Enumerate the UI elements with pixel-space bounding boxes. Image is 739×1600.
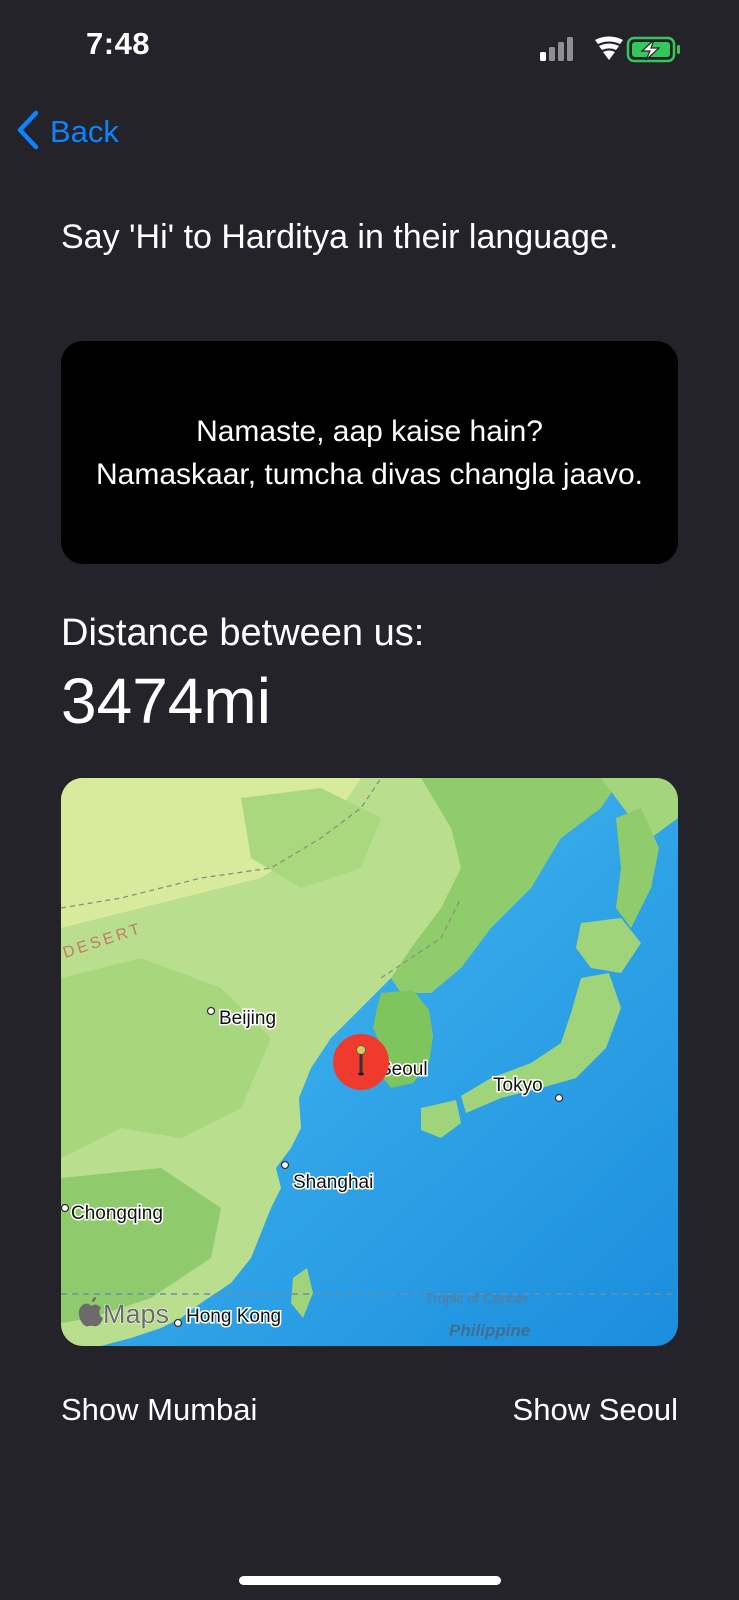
back-button[interactable]: Back xyxy=(14,110,119,154)
maps-brand-label: Maps xyxy=(103,1299,169,1329)
distance-value: 3474mi xyxy=(61,665,271,737)
show-seoul-button[interactable]: Show Seoul xyxy=(513,1392,678,1428)
map-label-chongqing: Chongqing xyxy=(71,1203,163,1224)
map-graphic: DESERT Beijing Seoul Tokyo Shanghai Chon… xyxy=(61,778,678,1346)
cellular-signal-icon xyxy=(540,37,573,61)
distance-label: Distance between us: xyxy=(61,612,425,654)
city-dot-hong-kong xyxy=(173,1318,183,1328)
map-label-hong-kong: Hong Kong xyxy=(186,1306,281,1327)
status-icons xyxy=(538,34,698,64)
location-pin-icon xyxy=(333,1034,389,1090)
city-dot-shanghai xyxy=(280,1160,290,1170)
chevron-left-icon xyxy=(14,110,40,155)
city-dot-chongqing xyxy=(61,1203,70,1213)
phrase-marathi: Namaskaar, tumcha divas changla jaavo. xyxy=(96,457,643,491)
wifi-icon xyxy=(595,36,623,60)
show-mumbai-button[interactable]: Show Mumbai xyxy=(61,1392,257,1428)
map-label-shanghai: Shanghai xyxy=(293,1172,373,1193)
city-dot-beijing xyxy=(206,1006,216,1016)
phrase-hindi: Namaste, aap kaise hain? xyxy=(196,414,543,448)
map-label-philippine: Philippine xyxy=(449,1321,530,1340)
map-label-tokyo: Tokyo xyxy=(493,1075,543,1096)
greeting-prompt: Say 'Hi' to Harditya in their language. xyxy=(61,218,619,256)
map-view[interactable]: DESERT Beijing Seoul Tokyo Shanghai Chon… xyxy=(61,778,678,1346)
back-label: Back xyxy=(50,114,119,149)
map-label-tropic: Tropic of Cancer xyxy=(425,1290,528,1306)
battery-charging-icon xyxy=(626,36,680,63)
phrase-card: Namaste, aap kaise hain? Namaskaar, tumc… xyxy=(61,341,678,564)
apple-maps-logo-icon: Maps xyxy=(78,1297,170,1330)
city-dot-tokyo xyxy=(554,1093,564,1103)
home-indicator[interactable] xyxy=(239,1576,501,1585)
map-label-beijing: Beijing xyxy=(219,1008,276,1029)
status-time: 7:48 xyxy=(86,26,151,61)
